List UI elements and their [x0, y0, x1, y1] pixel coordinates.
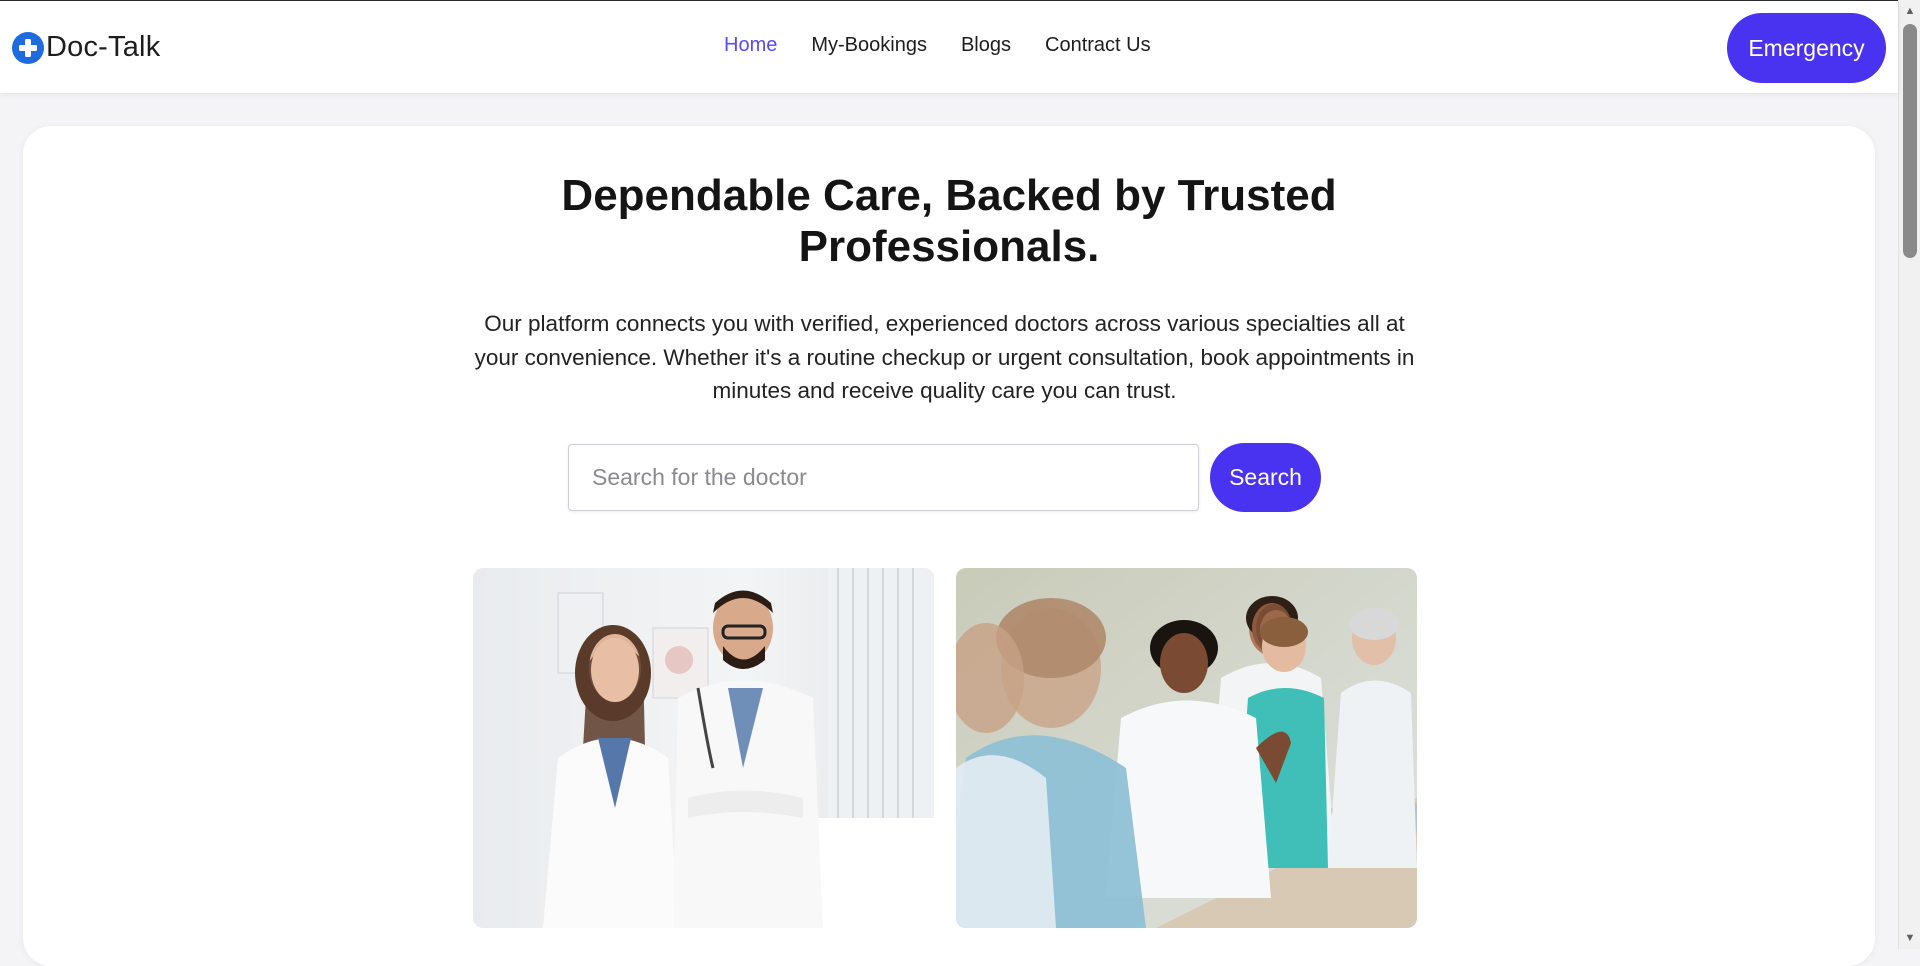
top-navbar: Doc-Talk Home My-Bookings Blogs Contract… [0, 0, 1898, 93]
doctor-search-input[interactable] [568, 444, 1199, 511]
hero-title-line-2: Professionals. [798, 222, 1100, 271]
main-nav: Home My-Bookings Blogs Contract Us [724, 34, 1151, 57]
hero-title: Dependable Care, Backed by Trusted Profe… [0, 170, 1898, 272]
page-scrollbar[interactable]: ▲ ▼ [1898, 0, 1920, 949]
hero-title-line-1: Dependable Care, Backed by Trusted [561, 171, 1337, 220]
nav-blogs[interactable]: Blogs [961, 34, 1011, 57]
hero-description: Our platform connects you with verified,… [474, 311, 1415, 403]
medical-cross-icon [12, 31, 44, 64]
two-doctors-photo [473, 568, 934, 928]
brand-name: Doc-Talk [46, 31, 161, 63]
emergency-button[interactable]: Emergency [1727, 13, 1886, 83]
search-button[interactable]: Search [1210, 443, 1321, 512]
nav-contact-us[interactable]: Contract Us [1045, 34, 1151, 57]
medical-team-meeting-photo [956, 568, 1417, 928]
nav-home[interactable]: Home [724, 34, 777, 57]
brand-logo[interactable]: Doc-Talk [12, 31, 160, 64]
nav-my-bookings[interactable]: My-Bookings [811, 34, 927, 57]
scroll-down-icon[interactable]: ▼ [1899, 929, 1920, 947]
scroll-up-icon[interactable]: ▲ [1899, 2, 1920, 20]
doctor-search-bar: Search [568, 443, 1321, 512]
scrollbar-thumb[interactable] [1903, 24, 1917, 258]
